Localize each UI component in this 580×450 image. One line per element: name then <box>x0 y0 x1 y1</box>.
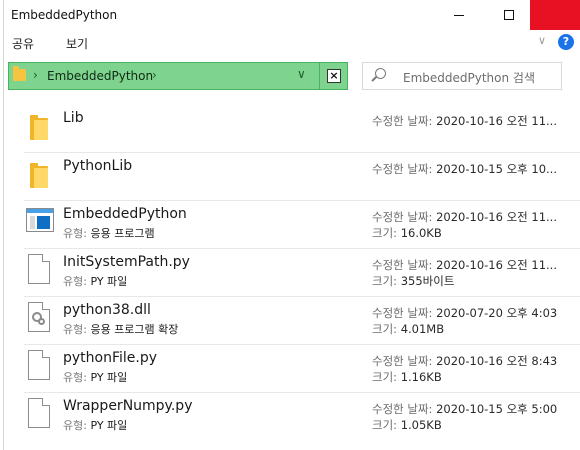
minimize-icon <box>454 14 464 16</box>
file-name: WrapperNumpy.py <box>63 398 193 414</box>
modified-date: 수정한 날짜: 2020-10-16 오전 11... <box>372 258 557 272</box>
file-name: EmbeddedPython <box>63 206 187 222</box>
modified-date: 수정한 날짜: 2020-10-15 오후 5:00 <box>372 402 558 416</box>
file-type: 유형: PY 파일 <box>63 275 128 288</box>
search-placeholder[interactable]: EmbeddedPython 검색 <box>403 69 535 86</box>
file-name: Lib <box>63 110 84 126</box>
breadcrumb-separator-icon[interactable]: › <box>33 68 38 82</box>
maximize-icon <box>504 10 514 20</box>
help-icon[interactable]: ? <box>558 34 574 50</box>
list-item[interactable]: Lib 수정한 날짜: 2020-10-16 오전 11... <box>20 100 580 148</box>
document-icon <box>26 398 54 428</box>
file-list: Lib 수정한 날짜: 2020-10-16 오전 11... PythonLi… <box>20 100 580 450</box>
address-bar[interactable]: › EmbeddedPython › ∨ × <box>8 62 348 90</box>
tab-share[interactable]: 공유 <box>12 35 34 52</box>
search-icon <box>375 68 386 79</box>
file-size: 크기: 1.05KB <box>372 418 442 432</box>
file-name: PythonLib <box>63 158 133 174</box>
file-type: 유형: PY 파일 <box>63 419 128 432</box>
file-size: 크기: 355바이트 <box>372 274 455 288</box>
modified-date: 수정한 날짜: 2020-10-15 오후 10... <box>372 162 557 176</box>
modified-date: 수정한 날짜: 2020-10-16 오전 8:43 <box>372 354 558 368</box>
close-button[interactable] <box>530 0 580 30</box>
document-icon <box>26 350 54 380</box>
modified-date: 수정한 날짜: 2020-10-16 오전 11... <box>372 210 557 224</box>
file-name: InitSystemPath.py <box>63 254 190 270</box>
ribbon-expand-icon[interactable]: ∨ <box>538 34 546 47</box>
list-item[interactable]: WrapperNumpy.py 유형: PY 파일 수정한 날짜: 2020-1… <box>20 388 580 436</box>
address-divider <box>319 63 320 89</box>
file-type: 유형: 응용 프로그램 <box>63 227 155 240</box>
list-item[interactable]: pythonFile.py 유형: PY 파일 수정한 날짜: 2020-10-… <box>20 340 580 388</box>
title-bar: EmbeddedPython <box>4 0 580 30</box>
explorer-window: EmbeddedPython 공유 보기 ∨ ? › EmbeddedPytho… <box>0 0 580 450</box>
file-name: python38.dll <box>63 302 151 318</box>
tab-view[interactable]: 보기 <box>66 35 88 52</box>
file-type: 유형: PY 파일 <box>63 371 128 384</box>
clear-address-icon[interactable]: × <box>327 69 341 83</box>
window-title: EmbeddedPython <box>11 8 118 22</box>
dll-gear-icon <box>26 302 54 332</box>
folder-icon <box>26 110 54 140</box>
file-size: 크기: 4.01MB <box>372 322 445 336</box>
folder-icon <box>13 66 26 81</box>
file-name: pythonFile.py <box>63 350 158 366</box>
search-box[interactable]: EmbeddedPython 검색 <box>362 62 562 90</box>
list-item[interactable]: InitSystemPath.py 유형: PY 파일 수정한 날짜: 2020… <box>20 244 580 292</box>
left-pane-edge <box>0 0 4 450</box>
list-item[interactable]: PythonLib 수정한 날짜: 2020-10-15 오후 10... <box>20 148 580 196</box>
folder-icon <box>26 158 54 188</box>
breadcrumb-current[interactable]: EmbeddedPython <box>47 69 153 83</box>
ribbon: 공유 보기 ∨ ? <box>4 30 580 56</box>
file-size: 크기: 1.16KB <box>372 370 442 384</box>
modified-date: 수정한 날짜: 2020-07-20 오후 4:03 <box>372 306 558 320</box>
document-icon <box>26 254 54 284</box>
list-item[interactable]: EmbeddedPython 유형: 응용 프로그램 수정한 날짜: 2020-… <box>20 196 580 244</box>
maximize-button[interactable] <box>486 0 532 30</box>
modified-date: 수정한 날짜: 2020-10-16 오전 11... <box>372 114 557 128</box>
file-type: 유형: 응용 프로그램 확장 <box>63 323 179 336</box>
address-dropdown-icon[interactable]: ∨ <box>297 67 306 81</box>
application-icon <box>26 206 54 236</box>
file-size: 크기: 16.0KB <box>372 226 442 240</box>
breadcrumb-chevron-icon[interactable]: › <box>152 68 157 82</box>
list-item[interactable]: python38.dll 유형: 응용 프로그램 확장 수정한 날짜: 2020… <box>20 292 580 340</box>
minimize-button[interactable] <box>436 0 482 30</box>
